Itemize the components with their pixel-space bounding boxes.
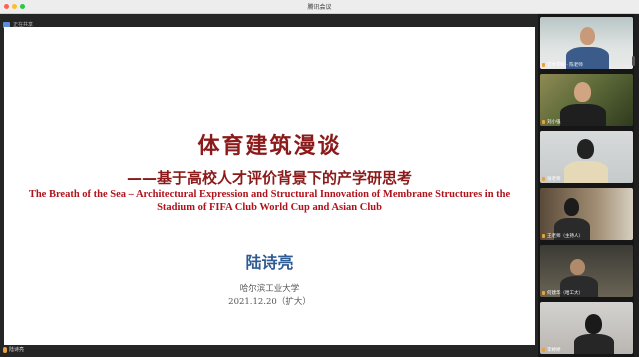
microphone-icon	[542, 291, 545, 295]
participant-avatar	[585, 314, 602, 334]
participant-name-tag: 艺术学院 · 陈老师	[542, 62, 583, 68]
microphone-icon	[3, 346, 7, 353]
slide-english-title: The Breath of the Sea – Architectural Ex…	[28, 189, 511, 213]
participant-video-tile[interactable]: 刘小强	[540, 74, 633, 126]
participant-avatar	[564, 198, 579, 216]
video-list-scrollbar-thumb[interactable]	[632, 56, 635, 66]
microphone-icon	[542, 234, 545, 238]
participant-video-tile[interactable]: 艺术学院 · 陈老师	[540, 17, 633, 69]
participant-avatar	[574, 82, 591, 102]
participant-name-tag: 李婷婷	[542, 347, 561, 353]
participant-avatar	[580, 27, 595, 45]
presenter-name: 陆诗亮	[9, 347, 25, 353]
participant-avatar	[577, 139, 594, 159]
window-title: 腾讯会议	[307, 4, 332, 11]
slide-title: 体育建筑漫谈	[197, 134, 342, 159]
presenter-label: 陆诗亮	[3, 345, 24, 354]
participant-video-tile[interactable]: 王老师（主持人）	[540, 188, 633, 240]
participant-avatar	[570, 259, 585, 275]
presentation-slide: 体育建筑漫谈 ——基于高校人才评价背景下的产学研思考 The Breath of…	[4, 27, 535, 345]
slide-subtitle: ——基于高校人才评价背景下的产学研思考	[126, 169, 412, 187]
participant-body	[574, 334, 614, 354]
participant-name-tag: 王老师（主持人）	[542, 233, 583, 239]
participant-video-tile[interactable]: 张老师	[540, 131, 633, 183]
microphone-icon	[542, 348, 545, 352]
shared-screen-area: 正在共享 体育建筑漫谈 ——基于高校人才评价背景下的产学研思考 The Brea…	[0, 14, 538, 357]
participant-name-tag: 刘小强	[542, 119, 561, 125]
video-list-scrollbar-track[interactable]	[634, 14, 639, 357]
window-title-bar: 腾讯会议	[0, 0, 639, 14]
microphone-icon	[542, 120, 545, 124]
slide-organization: 哈尔滨工业大学	[239, 284, 300, 294]
participant-body	[564, 161, 608, 183]
microphone-icon	[542, 63, 545, 67]
participant-video-tile[interactable]: 李婷婷	[540, 302, 633, 354]
participant-name-tag: 张老师	[542, 176, 561, 182]
participant-video-tile[interactable]: 何建华（哈工大）	[540, 245, 633, 297]
participant-body	[560, 104, 606, 126]
microphone-icon	[542, 177, 545, 181]
participant-name-tag: 何建华（哈工大）	[542, 290, 583, 296]
participant-video-list: 艺术学院 · 陈老师 刘小强 张老师 王老师（主持人） 何建华（哈工大） 李婷婷	[538, 14, 639, 357]
slide-date: 2021.12.20（扩大）	[228, 297, 311, 307]
slide-author: 陆诗亮	[245, 253, 294, 272]
